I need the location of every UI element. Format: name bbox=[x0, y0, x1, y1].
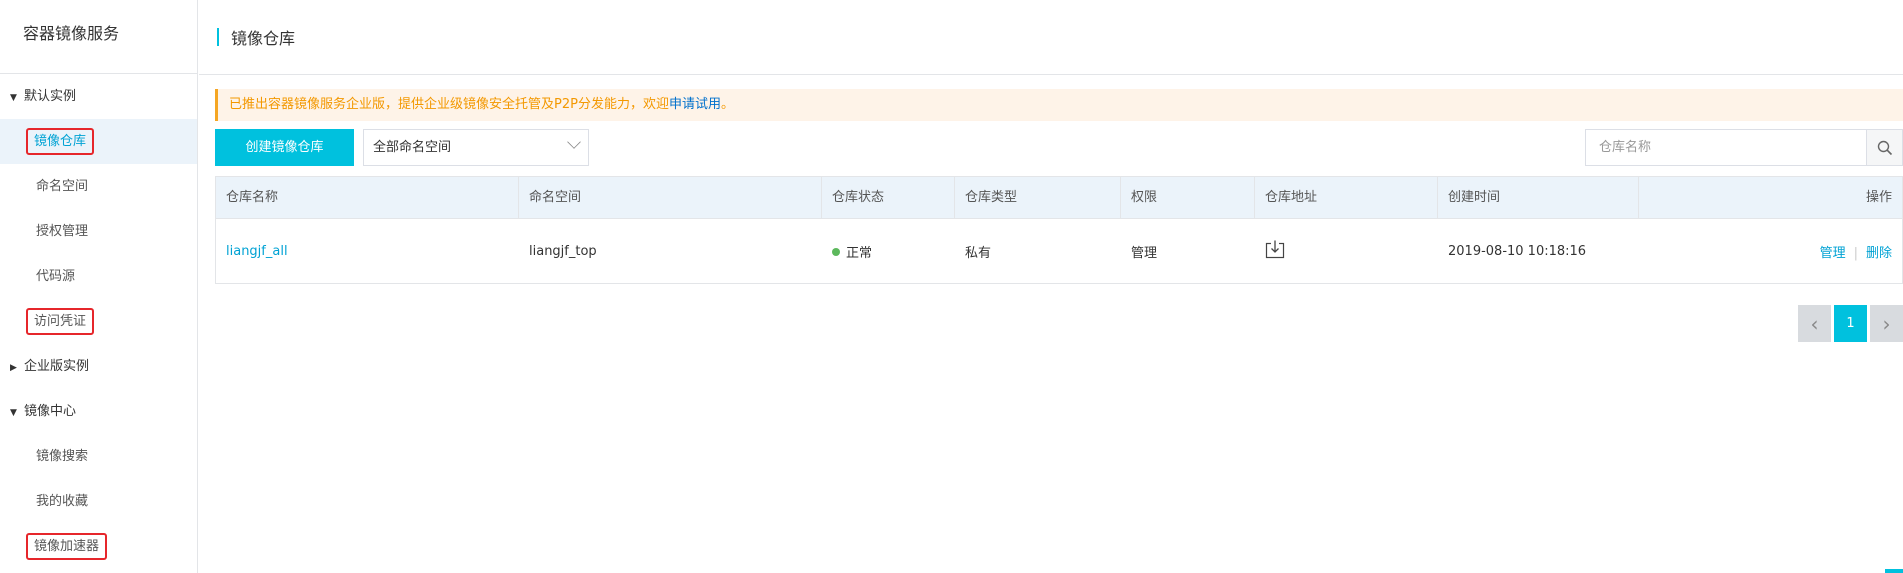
repository-actions: 管理 | 删除 bbox=[1639, 242, 1902, 261]
col-header-permission: 权限 bbox=[1121, 177, 1255, 218]
next-page-button[interactable]: › bbox=[1870, 305, 1903, 342]
action-separator: | bbox=[1853, 245, 1858, 261]
sidebar-group-label: 企业版实例 bbox=[24, 359, 90, 374]
prev-page-button[interactable]: ‹ bbox=[1798, 305, 1831, 342]
sidebar-item-label: 镜像搜索 bbox=[36, 449, 89, 464]
sidebar-group-default[interactable]: ▼ 默认实例 bbox=[0, 74, 197, 119]
search-icon bbox=[1877, 140, 1892, 155]
col-header-name: 仓库名称 bbox=[216, 177, 519, 218]
col-header-actions: 操作 bbox=[1865, 190, 1892, 205]
download-icon[interactable] bbox=[1265, 239, 1285, 263]
chevron-down-icon bbox=[567, 135, 581, 149]
create-repository-button[interactable]: 创建镜像仓库 bbox=[215, 129, 354, 166]
sidebar-group-label: 默认实例 bbox=[24, 89, 77, 104]
brand-title: 容器镜像服务 bbox=[0, 0, 197, 74]
sidebar-item-label: 代码源 bbox=[36, 269, 76, 284]
repository-name-link[interactable]: liangjf_all bbox=[226, 244, 288, 259]
main-content: 镜像仓库 已推出容器镜像服务企业版，提供企业级镜像安全托管及P2P分发能力，欢迎… bbox=[199, 0, 1903, 573]
sidebar-item-label: 我的收藏 bbox=[36, 494, 89, 509]
search-button[interactable] bbox=[1866, 130, 1902, 165]
sidebar-item-code-source[interactable]: 代码源 bbox=[0, 254, 197, 299]
sidebar-item-repositories[interactable]: 镜像仓库 bbox=[0, 119, 197, 164]
repository-type: 私有 bbox=[965, 245, 992, 261]
notice-suffix: 。 bbox=[720, 97, 734, 112]
sidebar-item-namespaces[interactable]: 命名空间 bbox=[0, 164, 197, 209]
repository-table: 仓库名称 命名空间 仓库状态 仓库类型 权限 仓库地址 创建时间 操作 lian… bbox=[215, 176, 1903, 284]
repository-address bbox=[1255, 239, 1438, 263]
page-button-current[interactable]: 1 bbox=[1834, 305, 1867, 342]
corner-accent bbox=[1885, 569, 1903, 573]
sidebar-item-access-credentials[interactable]: 访问凭证 bbox=[0, 299, 197, 344]
repository-search bbox=[1585, 129, 1903, 166]
sidebar-group-label: 镜像中心 bbox=[24, 404, 77, 419]
sidebar-item-label: 命名空间 bbox=[36, 179, 89, 194]
caret-down-icon: ▼ bbox=[10, 408, 17, 418]
toolbar: 创建镜像仓库 全部命名空间 bbox=[215, 129, 1903, 166]
sidebar-group-enterprise[interactable]: ▶ 企业版实例 bbox=[0, 344, 197, 389]
caret-down-icon: ▼ bbox=[10, 93, 17, 103]
table-row: liangjf_all liangjf_top 正常 私有 管理 2019-08… bbox=[216, 219, 1902, 283]
col-header-namespace: 命名空间 bbox=[519, 177, 822, 218]
sidebar-item-label: 镜像仓库 bbox=[26, 128, 95, 155]
title-accent-bar bbox=[217, 28, 219, 46]
page-header: 镜像仓库 bbox=[199, 0, 1903, 75]
page-title: 镜像仓库 bbox=[231, 29, 296, 48]
sidebar-item-accelerator[interactable]: 镜像加速器 bbox=[0, 524, 197, 569]
namespace-select-value: 全部命名空间 bbox=[373, 140, 452, 155]
manage-link[interactable]: 管理 bbox=[1820, 246, 1846, 261]
status-dot-icon bbox=[832, 247, 840, 256]
sidebar-item-label: 访问凭证 bbox=[26, 308, 95, 335]
caret-right-icon: ▶ bbox=[10, 363, 17, 373]
sidebar-item-authorization[interactable]: 授权管理 bbox=[0, 209, 197, 254]
sidebar-group-image-center[interactable]: ▼ 镜像中心 bbox=[0, 389, 197, 434]
table-header: 仓库名称 命名空间 仓库状态 仓库类型 权限 仓库地址 创建时间 操作 bbox=[216, 177, 1902, 219]
notice-banner: 已推出容器镜像服务企业版，提供企业级镜像安全托管及P2P分发能力，欢迎申请试用。 bbox=[215, 89, 1903, 121]
repository-permission: 管理 bbox=[1131, 245, 1158, 261]
pagination: ‹ 1 › bbox=[1798, 305, 1903, 342]
notice-text: 已推出容器镜像服务企业版，提供企业级镜像安全托管及P2P分发能力，欢迎 bbox=[229, 97, 669, 112]
col-header-status: 仓库状态 bbox=[822, 177, 955, 218]
repository-namespace: liangjf_top bbox=[529, 243, 597, 259]
status-text: 正常 bbox=[846, 245, 873, 261]
sidebar-item-image-search[interactable]: 镜像搜索 bbox=[0, 434, 197, 479]
sidebar: 容器镜像服务 ▼ 默认实例 镜像仓库 命名空间 授权管理 代码源 访问凭证 ▶ 企业… bbox=[0, 0, 198, 573]
search-input[interactable] bbox=[1586, 130, 1867, 165]
repository-status: 正常 bbox=[822, 242, 955, 261]
repository-created-time: 2019-08-10 10:18:16 bbox=[1448, 243, 1587, 259]
col-header-type: 仓库类型 bbox=[955, 177, 1121, 218]
sidebar-item-favorites[interactable]: 我的收藏 bbox=[0, 479, 197, 524]
sidebar-item-label: 授权管理 bbox=[36, 224, 89, 239]
namespace-select[interactable]: 全部命名空间 bbox=[363, 129, 589, 166]
apply-trial-link[interactable]: 申请试用 bbox=[669, 97, 721, 112]
sidebar-item-label: 镜像加速器 bbox=[26, 533, 108, 560]
delete-link[interactable]: 删除 bbox=[1866, 246, 1892, 261]
col-header-created: 创建时间 bbox=[1438, 177, 1639, 218]
col-header-address: 仓库地址 bbox=[1255, 177, 1438, 218]
